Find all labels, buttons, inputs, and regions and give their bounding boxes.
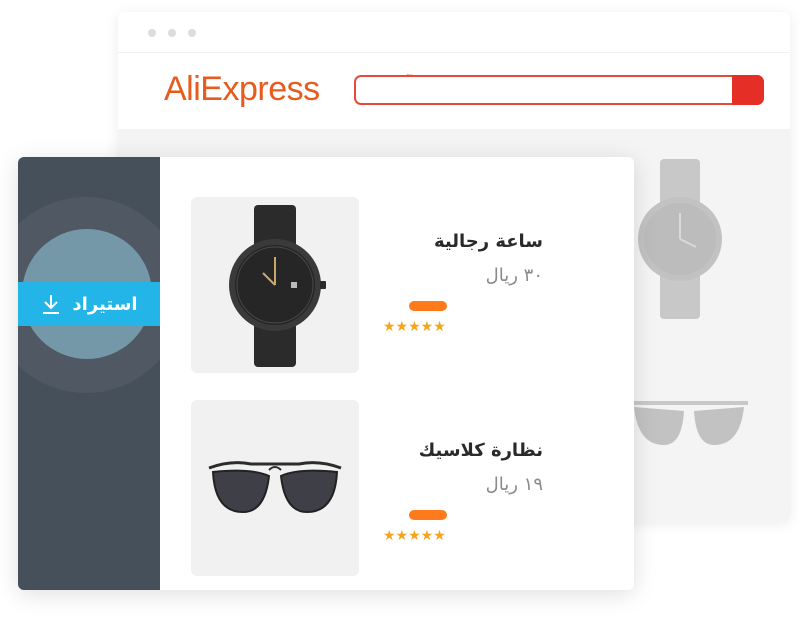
aliexpress-logo[interactable]: AliExpress: [164, 70, 320, 109]
product-image-glasses[interactable]: [191, 400, 359, 576]
sidebar: استيراد: [18, 157, 160, 590]
star-rating: ★★★★★: [383, 319, 446, 335]
logo-text-express: Express: [200, 70, 320, 108]
status-badge: [409, 301, 447, 311]
glasses-image: [208, 461, 342, 514]
download-icon: [43, 295, 60, 314]
import-button[interactable]: استيراد: [18, 282, 160, 326]
product-image-watch[interactable]: [191, 197, 359, 373]
import-panel: استيراد ساعة رجالية ٣٠ ريال ★★★★★ نظارة …: [18, 157, 634, 590]
search-button[interactable]: [732, 75, 764, 105]
product-price: ٣٠ ريال: [485, 265, 543, 286]
glasses-thumbnail-ghost: [630, 401, 748, 445]
window-dot: [188, 29, 196, 37]
product-price: ١٩ ريال: [485, 474, 543, 495]
search-input[interactable]: [354, 75, 764, 105]
window-dot: [168, 29, 176, 37]
product-info: نظارة كلاسيك ١٩ ريال ★★★★★: [383, 440, 543, 546]
logo-text-ali: Ali: [164, 70, 201, 108]
product-info: ساعة رجالية ٣٠ ريال ★★★★★: [383, 231, 543, 337]
import-button-label: استيراد: [72, 293, 138, 315]
browser-titlebar: [118, 12, 790, 53]
star-rating: ★★★★★: [383, 528, 446, 544]
watch-thumbnail-ghost: [638, 159, 722, 319]
product-name[interactable]: ساعة رجالية: [383, 231, 543, 257]
product-name[interactable]: نظارة كلاسيك: [383, 440, 543, 466]
status-badge: [409, 510, 447, 520]
window-dot: [148, 29, 156, 37]
store-header: AliExpress ™: [118, 53, 790, 129]
watch-image: [229, 205, 326, 367]
